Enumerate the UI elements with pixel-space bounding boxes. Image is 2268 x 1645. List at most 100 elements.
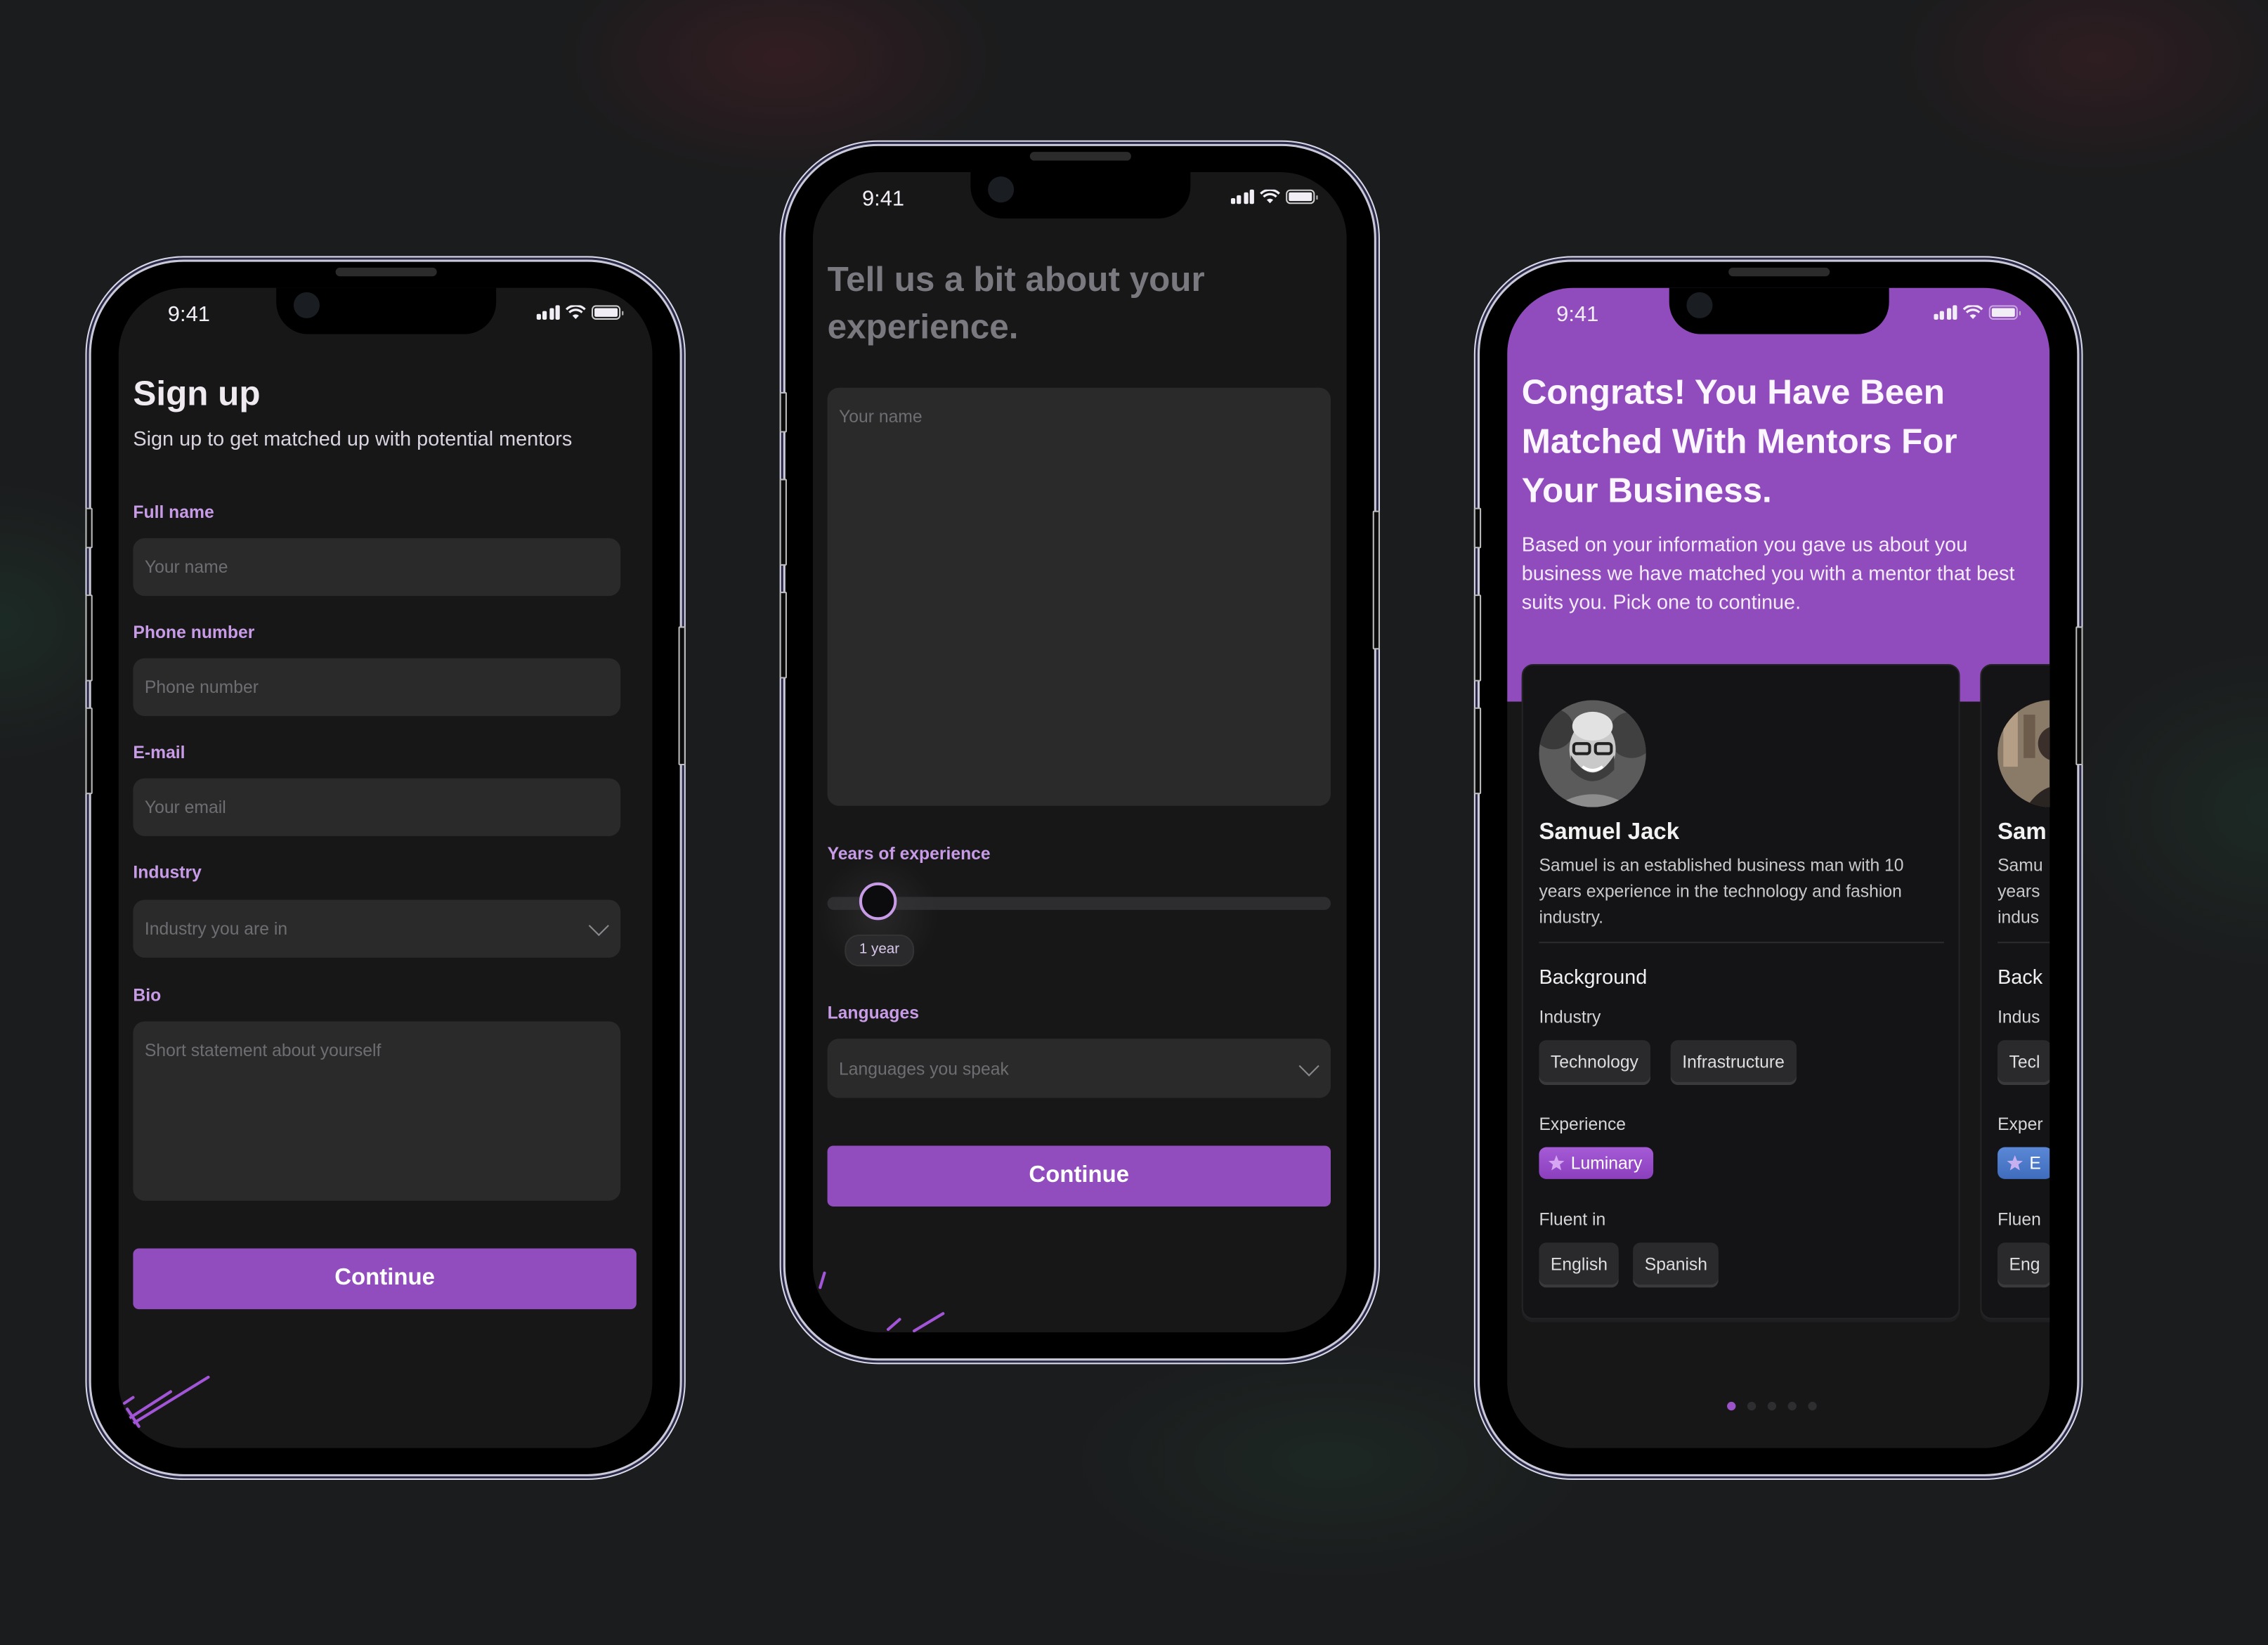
power-button bbox=[678, 626, 686, 766]
industry-heading: Indus bbox=[1997, 1006, 2040, 1027]
pagination-dot[interactable] bbox=[1767, 1401, 1777, 1411]
mute-switch bbox=[1473, 507, 1482, 549]
industry-placeholder: Industry you are in bbox=[144, 918, 288, 939]
volume-up-button bbox=[85, 594, 93, 682]
continue-button[interactable]: Continue bbox=[133, 1248, 637, 1310]
wifi-icon bbox=[1260, 189, 1280, 204]
page-description: Based on your information you gave us ab… bbox=[1521, 532, 2015, 613]
experience-badge-label: Luminary bbox=[1570, 1152, 1643, 1173]
battery-icon bbox=[1286, 189, 1318, 204]
bio-textarea[interactable]: Short statement about yourself bbox=[133, 1021, 621, 1201]
cellular-signal-icon bbox=[535, 305, 560, 320]
language-chip: Spanish bbox=[1633, 1242, 1719, 1285]
email-placeholder: Your email bbox=[144, 797, 226, 818]
slider-thumb[interactable] bbox=[859, 882, 897, 921]
notch bbox=[275, 287, 496, 334]
speaker-grille bbox=[1728, 267, 1830, 277]
page-title: Tell us a bit about your experience. bbox=[827, 260, 1205, 348]
pagination-dot[interactable] bbox=[1787, 1401, 1797, 1411]
languages-label: Languages bbox=[827, 1002, 920, 1023]
page-title: Sign up bbox=[133, 375, 261, 414]
industry-heading: Industry bbox=[1539, 1006, 1601, 1027]
industry-label: Industry bbox=[133, 861, 202, 883]
mute-switch bbox=[779, 391, 787, 433]
phone-signup: 9:41 Sign up Sign up to get matched up w… bbox=[85, 261, 686, 1474]
front-camera bbox=[1686, 292, 1712, 318]
page-subtitle: Sign up to get matched up with potential… bbox=[133, 427, 573, 450]
languages-select[interactable]: Languages you speak bbox=[827, 1039, 1331, 1098]
mentor-bio-line: Samu bbox=[1997, 854, 2043, 876]
battery-icon bbox=[1988, 305, 2021, 320]
experience-textarea[interactable]: Your name bbox=[827, 387, 1331, 806]
speaker-grille bbox=[1029, 152, 1130, 161]
star-icon bbox=[2007, 1155, 2023, 1171]
power-button bbox=[2075, 626, 2083, 766]
email-label: E-mail bbox=[133, 742, 185, 762]
mentor-bio-line: years bbox=[1997, 880, 2040, 902]
industry-chip: Tecl bbox=[1997, 1040, 2050, 1082]
continue-button[interactable]: Continue bbox=[827, 1145, 1331, 1207]
mentor-bio-line: indus bbox=[1997, 906, 2040, 928]
mentor-avatar bbox=[1997, 700, 2050, 807]
front-camera bbox=[987, 176, 1014, 203]
carousel-pagination bbox=[1727, 1401, 1817, 1411]
volume-down-button bbox=[1473, 707, 1482, 795]
language-chip: Eng bbox=[1997, 1242, 2050, 1285]
slider-value-pill: 1 year bbox=[845, 934, 914, 967]
cellular-signal-icon bbox=[1230, 189, 1254, 204]
bio-label: Bio bbox=[133, 984, 162, 1006]
front-camera bbox=[292, 292, 319, 318]
pagination-dot[interactable] bbox=[1747, 1401, 1757, 1411]
status-time: 9:41 bbox=[167, 302, 210, 327]
industry-select[interactable]: Industry you are in bbox=[133, 899, 621, 958]
phone-number-placeholder: Phone number bbox=[144, 677, 259, 698]
experience-screen: 9:41 Tell us a bit about your experience… bbox=[812, 171, 1347, 1333]
decorative-scribble bbox=[819, 1271, 945, 1333]
background-heading: Back bbox=[1997, 965, 2043, 989]
phone-number-input[interactable]: Phone number bbox=[133, 658, 621, 717]
mentor-name: Sam bbox=[1997, 820, 2047, 845]
showcase-stage: 9:41 Sign up Sign up to get matched up w… bbox=[0, 0, 2268, 1645]
experience-badge-label: E bbox=[2029, 1152, 2041, 1173]
bio-placeholder: Short statement about yourself bbox=[144, 1040, 382, 1061]
matches-screen: Congrats! You Have Been Matched With Men… bbox=[1507, 287, 2050, 1448]
experience-badge: Luminary bbox=[1539, 1147, 1654, 1179]
fluent-heading: Fluent in bbox=[1539, 1209, 1606, 1230]
full-name-input[interactable]: Your name bbox=[133, 538, 621, 597]
volume-up-button bbox=[779, 479, 787, 566]
languages-placeholder: Languages you speak bbox=[839, 1058, 1009, 1079]
language-chip: English bbox=[1539, 1242, 1619, 1285]
status-time: 9:41 bbox=[1556, 302, 1599, 327]
signup-screen: 9:41 Sign up Sign up to get matched up w… bbox=[118, 287, 653, 1448]
full-name-label: Full name bbox=[133, 502, 214, 523]
experience-badge: E bbox=[1997, 1147, 2050, 1179]
phone-experience: 9:41 Tell us a bit about your experience… bbox=[779, 145, 1380, 1359]
mentor-card[interactable]: Sam Samu years indus Back Indus Tecl Exp… bbox=[1980, 663, 2050, 1320]
years-slider[interactable] bbox=[812, 850, 1331, 981]
star-icon bbox=[1548, 1155, 1565, 1171]
volume-up-button bbox=[1473, 594, 1482, 682]
matches-hero: Congrats! You Have Been Matched With Men… bbox=[1507, 287, 2050, 702]
pagination-dot-active[interactable] bbox=[1727, 1401, 1736, 1411]
mute-switch bbox=[85, 507, 93, 549]
mentor-avatar bbox=[1539, 700, 1646, 807]
volume-down-button bbox=[85, 707, 93, 795]
mentor-card[interactable]: Samuel Jack Samuel is an established bus… bbox=[1521, 663, 1960, 1320]
fluent-heading: Fluen bbox=[1997, 1209, 2041, 1230]
divider bbox=[1539, 942, 1944, 944]
divider bbox=[1997, 942, 2050, 944]
email-input[interactable]: Your email bbox=[133, 778, 621, 836]
mentor-bio: Samuel is an established business man wi… bbox=[1539, 854, 1904, 928]
experience-textarea-placeholder: Your name bbox=[839, 406, 923, 427]
wifi-icon bbox=[566, 305, 586, 319]
speaker-grille bbox=[334, 267, 436, 277]
pagination-dot[interactable] bbox=[1808, 1401, 1817, 1411]
background-heading: Background bbox=[1539, 965, 1648, 989]
phone-matches: Congrats! You Have Been Matched With Men… bbox=[1473, 261, 2083, 1474]
phone-number-label: Phone number bbox=[133, 622, 255, 643]
cellular-signal-icon bbox=[1933, 305, 1957, 320]
volume-down-button bbox=[779, 592, 787, 679]
battery-icon bbox=[592, 305, 624, 320]
power-button bbox=[1372, 510, 1380, 650]
notch bbox=[970, 171, 1190, 219]
